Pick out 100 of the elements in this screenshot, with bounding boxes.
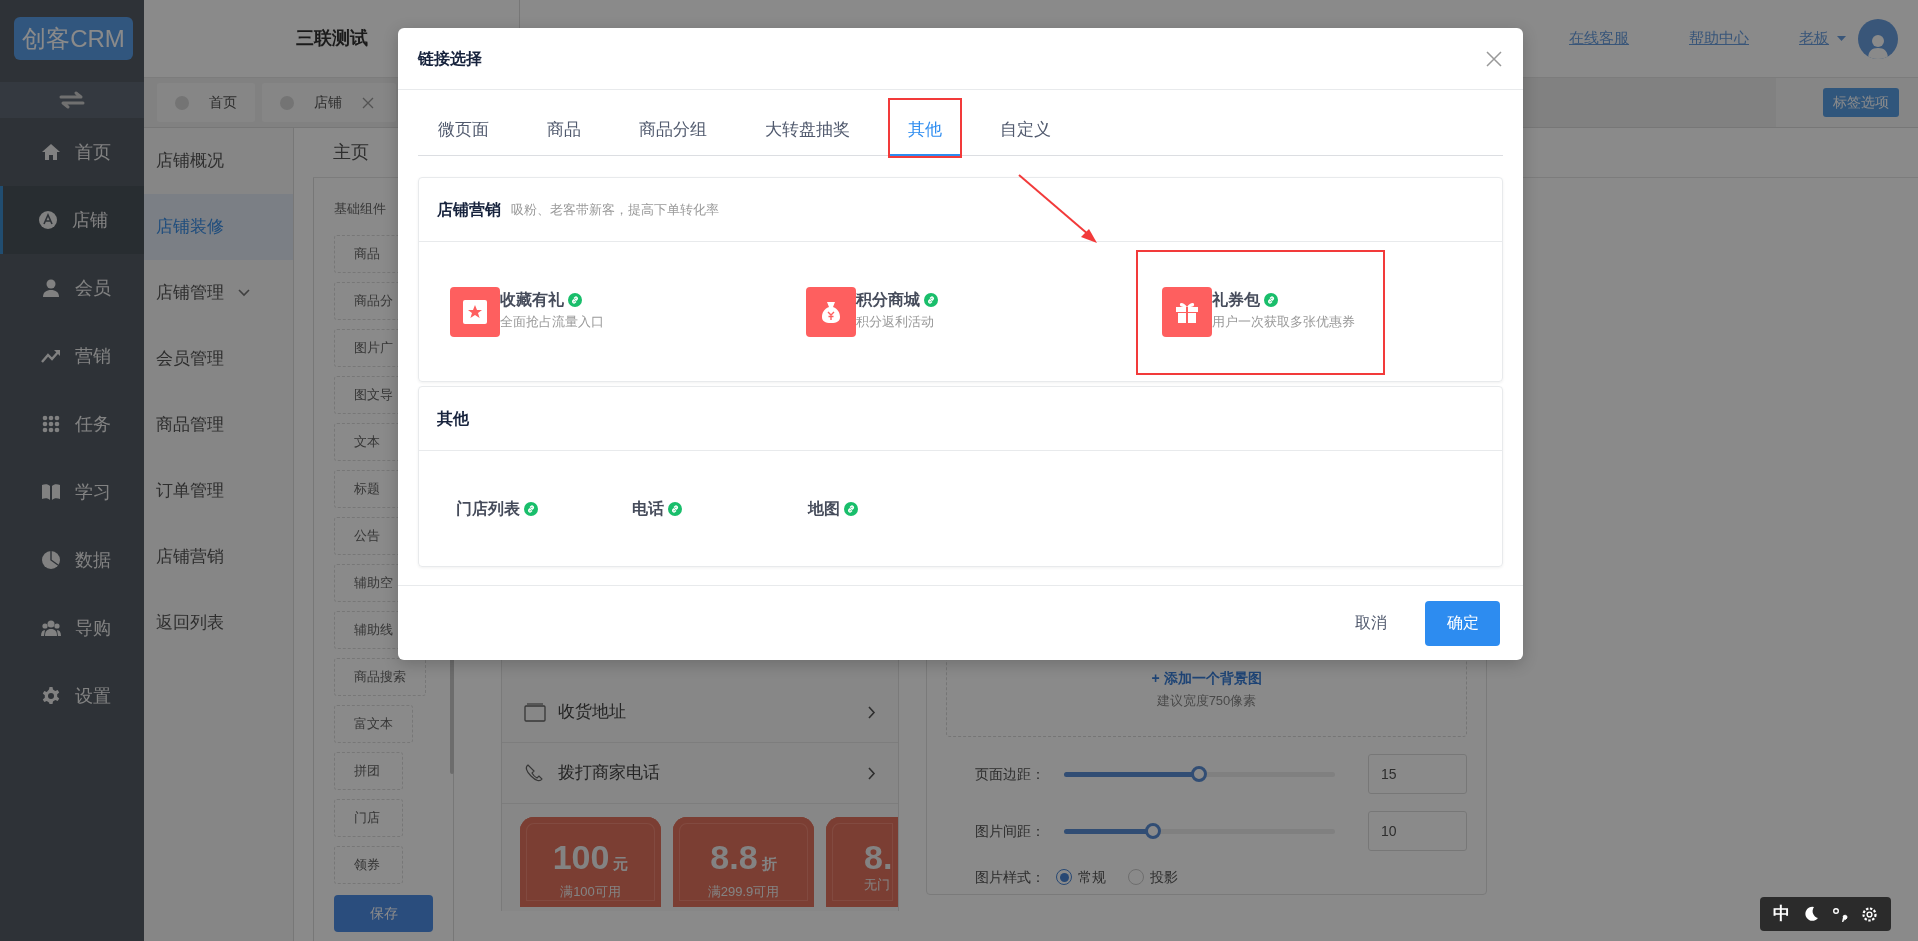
book-icon: [41, 482, 61, 502]
slider-thumb[interactable]: [1191, 766, 1208, 782]
page-tab[interactable]: 店铺: [262, 83, 396, 122]
chevron-right-icon: [868, 766, 876, 780]
field-label: 图片样式：: [975, 867, 1046, 887]
subnav-item[interactable]: 店铺概况: [144, 128, 293, 194]
field-label: 图片间距：: [975, 821, 1046, 841]
radio-button[interactable]: [1128, 869, 1144, 885]
sidebar-item[interactable]: 店铺: [0, 186, 144, 254]
tab[interactable]: 商品: [529, 100, 599, 156]
settings-icon: [41, 686, 61, 706]
logo[interactable]: 创客CRM: [14, 17, 133, 60]
sidebar-item[interactable]: 数据: [0, 526, 144, 594]
subnav-item[interactable]: 商品管理: [144, 392, 293, 458]
link-option[interactable]: 电话: [632, 496, 808, 521]
row-label: 拨打商家电话: [558, 762, 661, 785]
coupon-condition: 无门: [864, 877, 891, 893]
coupon-amount: 8.: [864, 839, 894, 875]
component-item[interactable]: 门店: [334, 799, 403, 837]
subnav-item[interactable]: 店铺管理: [144, 260, 293, 326]
page-tab[interactable]: 首页: [157, 83, 255, 122]
number-field[interactable]: 15: [1368, 754, 1467, 794]
hint-text: 建议宽度750像素: [1156, 691, 1257, 710]
tab[interactable]: 其他: [890, 100, 960, 156]
field-label: 页面边距：: [975, 764, 1046, 784]
avatar[interactable]: [1858, 18, 1898, 59]
chevron-down-icon: [238, 289, 250, 297]
tab[interactable]: 自定义: [982, 100, 1069, 156]
sidebar-item[interactable]: 会员: [0, 254, 144, 322]
tag-options-button[interactable]: 标签选项: [1823, 88, 1899, 117]
option-subtitle: 积分返利活动: [856, 313, 935, 331]
header-link[interactable]: 帮助中心: [1689, 27, 1749, 50]
input-mode[interactable]: 中: [1772, 901, 1790, 927]
user-icon: [41, 278, 61, 298]
subnav-item[interactable]: 店铺装修: [144, 194, 293, 260]
radio-label: 投影: [1150, 867, 1178, 887]
sidebar-item[interactable]: 导购: [0, 594, 144, 662]
punctuation-icon: [1832, 906, 1849, 922]
sidebar-item[interactable]: 营销: [0, 322, 144, 390]
link-option[interactable]: 地图: [808, 496, 984, 521]
sidebar-item[interactable]: 设置: [0, 662, 144, 730]
coupon-amount: 8.8 折: [709, 839, 778, 878]
confirm-button[interactable]: 确定: [1425, 600, 1500, 646]
subnav-item[interactable]: 会员管理: [144, 326, 293, 392]
link-icon: [524, 501, 538, 516]
component-item[interactable]: 富文本: [334, 705, 413, 743]
link-option[interactable]: 积分商城 积分返利活动: [782, 252, 1027, 373]
section-label: 基础组件: [334, 200, 386, 218]
grid-icon: [41, 414, 61, 434]
slider-thumb[interactable]: [1145, 823, 1162, 839]
tab[interactable]: 微页面: [418, 100, 507, 156]
settings-icon: [1861, 905, 1879, 923]
save-button[interactable]: 保存: [334, 895, 433, 932]
person-icon: [1868, 32, 1888, 59]
option-title: 礼券包: [1212, 290, 1260, 310]
sidebar-item[interactable]: 学习: [0, 458, 144, 526]
user-menu[interactable]: 老板: [1799, 27, 1846, 50]
radio-button[interactable]: [1056, 869, 1072, 885]
section-title: 店铺营销: [437, 199, 501, 220]
link-icon: [844, 501, 858, 516]
page-title: 主页: [333, 141, 369, 164]
dialog-title: 链接选择: [418, 48, 482, 69]
link-option[interactable]: 收藏有礼 全面抢占流量入口: [426, 252, 671, 373]
link-icon: [1264, 293, 1278, 307]
pie-chart-icon: [41, 550, 61, 570]
link-icon: [668, 501, 682, 516]
close-button[interactable]: [1485, 49, 1503, 68]
tab[interactable]: 商品分组: [621, 100, 725, 156]
coupon-condition: 满100可用: [559, 884, 622, 900]
preview-row[interactable]: 拨打商家电话: [502, 743, 898, 804]
group-icon: [41, 618, 61, 638]
radio-label: 常规: [1078, 867, 1106, 887]
moon-icon: [1802, 906, 1819, 922]
coupon-amount: 100 元: [551, 839, 630, 878]
link-option[interactable]: 门店列表: [456, 496, 632, 521]
sidebar-item[interactable]: 任务: [0, 390, 144, 458]
header-link[interactable]: 在线客服: [1569, 27, 1629, 50]
close-icon: [362, 96, 374, 109]
subnav-item[interactable]: 订单管理: [144, 458, 293, 524]
link-icon: [924, 293, 938, 307]
number-field[interactable]: 10: [1368, 811, 1467, 851]
cancel-button[interactable]: 取消: [1349, 610, 1393, 636]
option-title: 收藏有礼: [500, 290, 564, 310]
store-icon: [38, 210, 58, 230]
subnav-item[interactable]: 返回列表: [144, 590, 293, 656]
sidebar-item[interactable]: 首页: [0, 118, 144, 186]
chevron-right-icon: [868, 705, 876, 719]
add-background-link[interactable]: + 添加一个背景图: [1151, 667, 1262, 689]
coupon-condition: 满299.9可用: [706, 884, 781, 900]
component-item[interactable]: 领券: [334, 846, 403, 884]
link-icon: [568, 293, 582, 307]
section-subtitle: 吸粉、老客带新客，提高下单转化率: [511, 200, 719, 219]
tab[interactable]: 大转盘抽奖: [747, 100, 868, 156]
option-title: 积分商城: [856, 290, 920, 310]
preview-row[interactable]: 收货地址: [502, 682, 898, 743]
home-icon: [41, 142, 61, 162]
store-name: 三联测试: [295, 27, 368, 50]
section-title: 其他: [437, 408, 469, 429]
subnav-item[interactable]: 店铺营销: [144, 524, 293, 590]
component-item[interactable]: 拼团: [334, 752, 403, 790]
